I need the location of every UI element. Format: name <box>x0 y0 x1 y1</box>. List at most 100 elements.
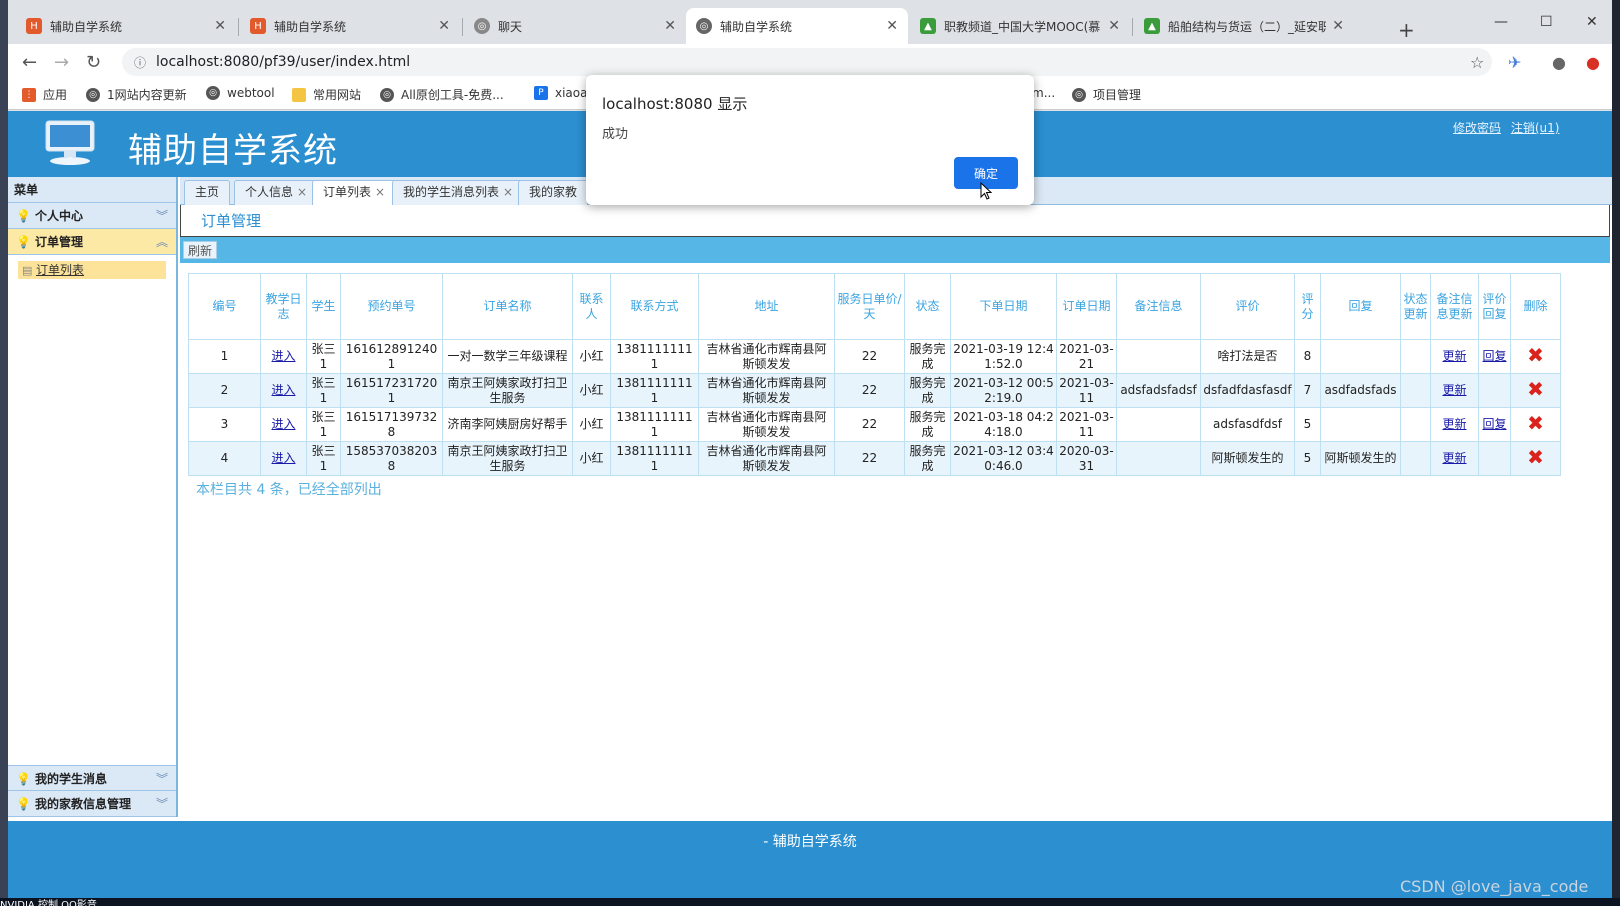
tab-order-list[interactable]: 订单列表 × <box>312 180 397 205</box>
bookmark-item[interactable]: ◎ 项目管理 <box>1072 86 1141 103</box>
column-header: 联系方式 <box>610 273 699 340</box>
dialog-message: 成功 <box>602 127 629 142</box>
update-link[interactable]: 更新 <box>1442 349 1466 363</box>
computer-logo-icon <box>45 120 95 165</box>
forward-arrow-icon[interactable]: → <box>54 52 69 73</box>
sidebar-item-order-list[interactable]: ▤ 订单列表 <box>18 261 166 279</box>
delete-icon[interactable]: ✖ <box>1527 343 1544 367</box>
window-close-icon[interactable]: ✕ <box>1586 14 1598 30</box>
bookmark-item[interactable]: m... <box>1032 86 1055 100</box>
enter-log-link[interactable]: 进入 <box>271 349 295 363</box>
delete-icon[interactable]: ✖ <box>1527 377 1544 401</box>
mooc-favicon-icon: ▲ <box>920 18 936 34</box>
close-icon[interactable]: ✕ <box>1332 18 1344 34</box>
update-link[interactable]: 更新 <box>1442 417 1466 431</box>
cell-created: 2021-03-18 04:24:18.0 <box>950 407 1057 442</box>
tab-personal-info[interactable]: 个人信息 × <box>234 180 319 205</box>
panel-title: 订单管理 <box>180 205 1610 237</box>
close-icon[interactable]: × <box>297 185 307 199</box>
column-header: 备注信息 <box>1116 273 1201 340</box>
close-icon[interactable]: × <box>503 185 513 199</box>
chevron-down-icon: ︾ <box>155 772 168 786</box>
cell-created: 2021-03-12 03:40:46.0 <box>950 441 1057 476</box>
enter-log-link[interactable]: 进入 <box>271 383 295 397</box>
tab-tutor[interactable]: 我的家教 <box>518 180 589 205</box>
url-input[interactable]: ⓘ localhost:8080/pf39/user/index.html <box>122 48 1492 76</box>
update-icon[interactable]: ● <box>1586 53 1600 72</box>
enter-log-link[interactable]: 进入 <box>271 417 295 431</box>
cell-id: 4 <box>188 441 261 476</box>
close-icon[interactable]: × <box>375 185 385 199</box>
reply-link[interactable]: 回复 <box>1482 349 1506 363</box>
cell-score: 5 <box>1294 407 1321 442</box>
cell-id: 2 <box>188 373 261 408</box>
watermark: CSDN @love_java_code <box>1400 877 1589 896</box>
bookmark-label: All原创工具-免费... <box>401 88 504 102</box>
sidebar-group-student-messages[interactable]: 💡 我的学生消息 ︾ <box>8 765 176 791</box>
bookmark-item[interactable]: Pxiaoa <box>534 86 587 100</box>
browser-tab-2[interactable]: H 辅助自学系统 ✕ <box>240 8 460 44</box>
browser-tab-4-active[interactable]: ◎ 辅助自学系统 ✕ <box>686 8 908 44</box>
close-icon[interactable]: ✕ <box>886 18 898 34</box>
cell-phone: 13811111111 <box>610 339 699 374</box>
new-tab-button[interactable]: + <box>1398 18 1415 42</box>
back-arrow-icon[interactable]: ← <box>22 52 37 73</box>
sidebar-group-label: 我的学生消息 <box>34 772 107 786</box>
bookmark-folder[interactable]: 常用网站 <box>292 86 361 103</box>
browser-tab-3[interactable]: ◎ 聊天 ✕ <box>464 8 686 44</box>
cell-contact: 小红 <box>572 407 611 442</box>
change-password-link[interactable]: 修改密码 <box>1453 121 1501 135</box>
enter-log-link[interactable]: 进入 <box>271 451 295 465</box>
cell-log: 进入 <box>260 373 307 408</box>
tab-label: 聊天 <box>498 19 523 34</box>
bookmark-apps[interactable]: ⋮ 应用 <box>22 86 67 103</box>
cell-phone: 13811111111 <box>610 373 699 408</box>
reload-icon[interactable]: ↻ <box>86 52 101 73</box>
close-icon[interactable]: ✕ <box>214 18 226 34</box>
taskbar-text: NVIDIA 控制 QQ影音 <box>0 900 97 906</box>
browser-tab-6[interactable]: ▲ 船舶结构与货运（二）_延安职 ✕ <box>1134 8 1354 44</box>
cell-remark-update: 更新 <box>1430 339 1479 374</box>
chevron-down-icon: ︾ <box>155 209 168 223</box>
cell-id: 1 <box>188 339 261 374</box>
close-icon[interactable]: ✕ <box>1108 18 1120 34</box>
cell-remark <box>1116 441 1201 476</box>
browser-tab-1[interactable]: H 辅助自学系统 ✕ <box>16 8 236 44</box>
sidebar-group-tutor-info[interactable]: 💡 我的家教信息管理 ︾ <box>8 791 176 817</box>
close-icon[interactable]: ✕ <box>664 18 676 34</box>
logout-link[interactable]: 注销(u1) <box>1511 121 1560 135</box>
tab-label: 职教频道_中国大学MOOC(慕 <box>944 19 1101 34</box>
p-icon: P <box>534 86 548 100</box>
sidebar-group-orders[interactable]: 💡 订单管理 ︽ <box>8 229 176 255</box>
delete-icon[interactable]: ✖ <box>1527 445 1544 469</box>
menu-heading: 菜单 <box>8 177 176 203</box>
refresh-button[interactable]: 刷新 <box>183 241 218 259</box>
tab-label: 辅助自学系统 <box>50 19 123 34</box>
extension-icon[interactable]: ✈ <box>1508 53 1521 72</box>
tab-student-messages[interactable]: 我的学生消息列表 × <box>392 180 525 205</box>
avatar[interactable]: ● <box>1552 53 1566 72</box>
cell-booking: 1585370382038 <box>340 441 443 476</box>
column-header: 状态更新 <box>1400 273 1431 340</box>
reply-link[interactable]: 回复 <box>1482 417 1506 431</box>
cell-reply: asdfadsfads <box>1320 373 1401 408</box>
summary-text: 本栏目共 4 条，已经全部列出 <box>196 482 382 498</box>
update-link[interactable]: 更新 <box>1442 383 1466 397</box>
delete-icon[interactable]: ✖ <box>1527 411 1544 435</box>
close-icon[interactable]: ✕ <box>438 18 450 34</box>
bookmark-item[interactable]: ◎ 1网站内容更新 <box>86 86 187 103</box>
cell-status-update <box>1400 407 1431 442</box>
star-icon[interactable]: ☆ <box>1470 53 1484 72</box>
cell-reply: 阿斯顿发生的 <box>1320 441 1401 476</box>
maximize-icon[interactable]: ☐ <box>1540 14 1553 30</box>
info-icon[interactable]: ⓘ <box>134 54 146 71</box>
tab-home[interactable]: 主页 <box>184 180 231 205</box>
bookmark-item[interactable]: ◎ webtool <box>206 86 275 100</box>
update-link[interactable]: 更新 <box>1442 451 1466 465</box>
alert-dialog: localhost:8080 显示 成功 确定 <box>586 75 1034 205</box>
bookmark-item[interactable]: ◎ All原创工具-免费... <box>380 86 504 103</box>
minimize-icon[interactable]: — <box>1494 14 1508 30</box>
sidebar-group-personal[interactable]: 💡 个人中心 ︾ <box>8 203 176 229</box>
browser-tab-5[interactable]: ▲ 职教频道_中国大学MOOC(慕 ✕ <box>910 8 1130 44</box>
cell-delete: ✖ <box>1510 441 1561 476</box>
